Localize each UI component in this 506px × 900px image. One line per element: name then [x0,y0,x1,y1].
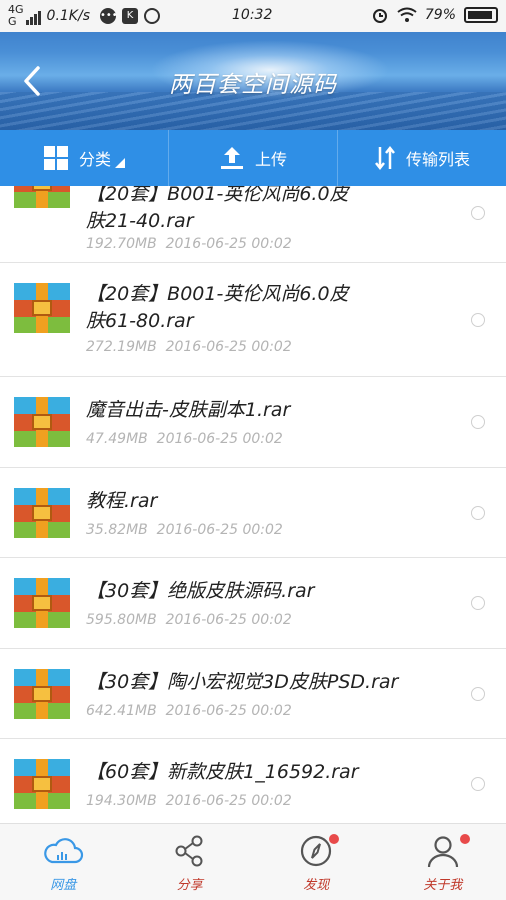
archive-file-icon [14,578,70,628]
battery-percent: 79% [424,7,456,23]
file-name: 魔音出击-皮肤副本1.rar [86,399,291,421]
notification-badge [329,834,339,844]
file-name: 教程.rar [86,490,158,512]
archive-file-icon [14,759,70,809]
nav-label: 网盘 [50,878,77,893]
page-title: 两百套空间源码 [169,72,337,98]
file-date: 2016-06-25 00:02 [165,339,292,355]
user-icon [427,836,458,868]
nav-cloud-disk[interactable]: 网盘 [0,824,127,900]
transfer-list-button[interactable]: 传输列表 [338,130,506,186]
file-name-line2: 肤21-40.rar [86,210,194,232]
file-name: 【60套】新款皮肤1_16592.rar [86,761,359,783]
k-app-icon: K [122,8,138,24]
battery-icon [464,7,498,23]
file-name-line2: 肤61-80.rar [86,310,194,332]
file-row[interactable]: 【30套】绝版皮肤源码.rar 595.80MB 2016-06-25 00:0… [0,558,506,649]
nav-share[interactable]: 分享 [127,824,254,900]
transfer-icon [375,145,395,171]
upload-icon [220,147,243,169]
alarm-icon [372,9,387,23]
archive-file-icon [14,397,70,447]
nav-about-me[interactable]: 关于我 [380,824,506,900]
signal-icon [25,7,41,25]
select-radio[interactable] [471,415,485,429]
file-meta: 35.82MB 2016-06-25 00:02 [86,522,283,538]
file-meta: 47.49MB 2016-06-25 00:02 [86,431,283,447]
nav-label: 关于我 [423,878,463,893]
file-name: 【30套】绝版皮肤源码.rar [86,580,315,602]
archive-file-icon [14,669,70,719]
file-name-line1: 【20套】B001-英伦风尚6.0皮 [86,186,349,205]
upload-label: 上传 [254,150,287,169]
file-name-line1: 【20套】B001-英伦风尚6.0皮 [86,283,349,305]
dropdown-triangle-icon [115,158,125,168]
nav-discover[interactable]: 发现 [253,824,380,900]
nav-label: 发现 [303,878,330,893]
file-name: 【30套】陶小宏视觉3D皮肤PSD.rar [86,671,399,693]
cloud-icon [44,838,84,864]
select-radio[interactable] [471,506,485,520]
header-background: 4G G 0.1K/s ••• K 10:32 79% 两百套空间源码 [0,0,506,130]
nav-label: 分享 [176,878,203,893]
file-size: 595.80MB [86,612,157,628]
archive-file-icon [14,186,70,208]
file-row[interactable]: 【60套】新款皮肤1_16592.rar 194.30MB 2016-06-25… [0,739,506,823]
category-label: 分类 [78,150,111,169]
file-date: 2016-06-25 00:02 [165,703,292,719]
file-meta: 192.70MB 2016-06-25 00:02 [86,236,292,252]
file-size: 47.49MB [86,431,148,447]
network-bottom: G [8,15,17,28]
file-meta: 272.19MB 2016-06-25 00:02 [86,339,292,355]
upload-button[interactable]: 上传 [169,130,338,186]
file-size: 35.82MB [86,522,148,538]
select-radio[interactable] [471,596,485,610]
archive-file-icon [14,283,70,333]
wifi-icon [397,7,417,22]
file-date: 2016-06-25 00:02 [156,431,283,447]
file-date: 2016-06-25 00:02 [156,522,283,538]
archive-file-icon [14,488,70,538]
select-radio[interactable] [471,687,485,701]
action-toolbar: 分类 上传 传输列表 [0,130,506,186]
file-name: 【20套】B001-英伦风尚6.0皮 肤21-40.rar [86,186,456,235]
file-date: 2016-06-25 00:02 [165,793,292,809]
network-speed: 0.1K/s [46,8,90,24]
file-row[interactable]: 教程.rar 35.82MB 2016-06-25 00:02 [0,468,506,558]
file-row[interactable]: 【30套】陶小宏视觉3D皮肤PSD.rar 642.41MB 2016-06-2… [0,649,506,739]
file-date: 2016-06-25 00:02 [165,612,292,628]
file-name: 【20套】B001-英伦风尚6.0皮 肤61-80.rar [86,281,456,335]
file-size: 272.19MB [86,339,157,355]
file-meta: 595.80MB 2016-06-25 00:02 [86,612,292,628]
file-size: 194.30MB [86,793,157,809]
share-icon [175,835,203,867]
file-row[interactable]: 【20套】B001-英伦风尚6.0皮 肤61-80.rar 272.19MB 2… [0,263,506,377]
file-meta: 642.41MB 2016-06-25 00:02 [86,703,292,719]
clock: 10:32 [232,7,273,23]
select-radio[interactable] [471,313,485,327]
bottom-nav: 网盘 分享 发现 关于我 [0,823,506,900]
file-row[interactable]: 魔音出击-皮肤副本1.rar 47.49MB 2016-06-25 00:02 [0,377,506,468]
chat-app-icon: ••• [100,8,118,24]
select-radio[interactable] [471,206,485,220]
file-date: 2016-06-25 00:02 [165,236,292,252]
qq-icon [144,8,160,24]
grid-icon [43,146,68,170]
file-list: 【20套】B001-英伦风尚6.0皮 肤21-40.rar 192.70MB 2… [0,186,506,823]
select-radio[interactable] [471,777,485,791]
category-button[interactable]: 分类 [0,130,169,186]
file-size: 192.70MB [86,236,157,252]
file-row[interactable]: 【20套】B001-英伦风尚6.0皮 肤21-40.rar 192.70MB 2… [0,186,506,263]
status-bar: 4G G 0.1K/s ••• K 10:32 79% [0,0,506,32]
notification-badge [459,834,470,844]
file-meta: 194.30MB 2016-06-25 00:02 [86,793,292,809]
transfer-list-label: 传输列表 [405,150,470,169]
network-type: 4G G [8,4,24,28]
file-size: 642.41MB [86,703,157,719]
